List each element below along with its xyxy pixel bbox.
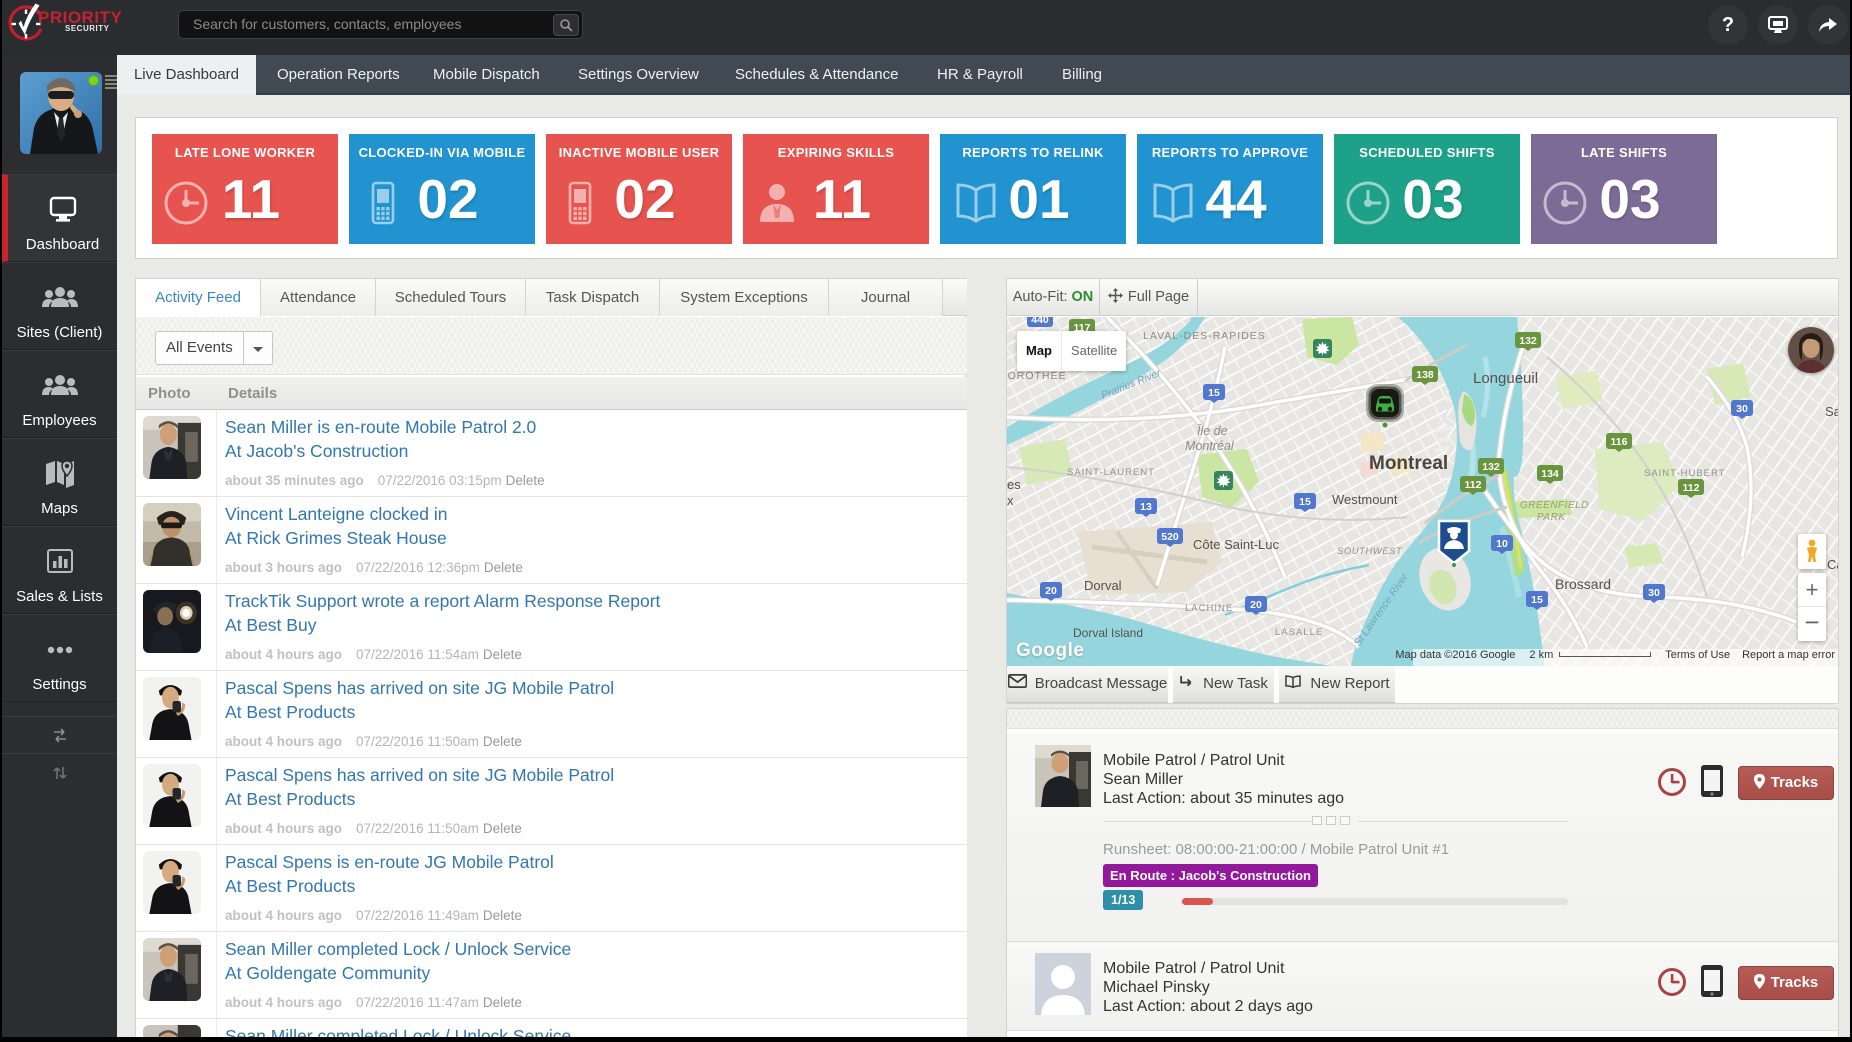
svg-text:LAVAL-DES-RAPIDES: LAVAL-DES-RAPIDES xyxy=(1143,330,1266,342)
svg-text:SAINT-HUBERT: SAINT-HUBERT xyxy=(1644,468,1726,479)
svg-text:10: 10 xyxy=(1496,538,1508,550)
svg-text:x: x xyxy=(1007,493,1014,508)
svg-text:13: 13 xyxy=(1140,501,1152,513)
svg-text:15: 15 xyxy=(1299,496,1311,508)
svg-text:SAINT-LAURENT: SAINT-LAURENT xyxy=(1067,467,1155,478)
svg-text:30: 30 xyxy=(1736,403,1748,415)
svg-text:Westmount: Westmount xyxy=(1332,492,1398,507)
svg-text:Montréal: Montréal xyxy=(1185,439,1235,453)
svg-text:LASALLE: LASALLE xyxy=(1275,627,1323,638)
svg-text:Dorval: Dorval xyxy=(1084,578,1122,593)
svg-text:Dorval Island: Dorval Island xyxy=(1073,626,1143,640)
svg-text:20: 20 xyxy=(1250,599,1262,611)
svg-text:Brossard: Brossard xyxy=(1555,576,1611,592)
svg-text:Longueuil: Longueuil xyxy=(1473,370,1538,387)
svg-text:Sa: Sa xyxy=(1825,404,1838,419)
svg-text:SOUTHWEST: SOUTHWEST xyxy=(1337,546,1403,557)
svg-text:132: 132 xyxy=(1519,335,1537,347)
svg-text:15: 15 xyxy=(1531,594,1543,606)
svg-text:132: 132 xyxy=(1482,461,1500,473)
svg-text:LACHINE: LACHINE xyxy=(1185,603,1233,614)
svg-text:520: 520 xyxy=(1161,531,1179,543)
svg-text:138: 138 xyxy=(1416,369,1434,381)
svg-text:20: 20 xyxy=(1045,585,1057,597)
svg-text:15: 15 xyxy=(1208,387,1220,399)
svg-text:Île de: Île de xyxy=(1197,423,1228,438)
svg-text:134: 134 xyxy=(1541,468,1559,480)
svg-text:PARK: PARK xyxy=(1537,512,1566,523)
svg-text:GREENFIELD: GREENFIELD xyxy=(1520,500,1589,511)
svg-text:440: 440 xyxy=(1031,317,1049,326)
svg-text:112: 112 xyxy=(1465,479,1482,491)
svg-text:112: 112 xyxy=(1683,482,1700,494)
svg-text:116: 116 xyxy=(1611,436,1628,448)
svg-text:Montreal: Montreal xyxy=(1369,453,1448,474)
svg-text:Ca: Ca xyxy=(1827,557,1838,572)
svg-text:30: 30 xyxy=(1648,587,1660,599)
svg-text:Côte Saint-Luc: Côte Saint-Luc xyxy=(1193,537,1279,552)
svg-text:es: es xyxy=(1007,477,1021,492)
